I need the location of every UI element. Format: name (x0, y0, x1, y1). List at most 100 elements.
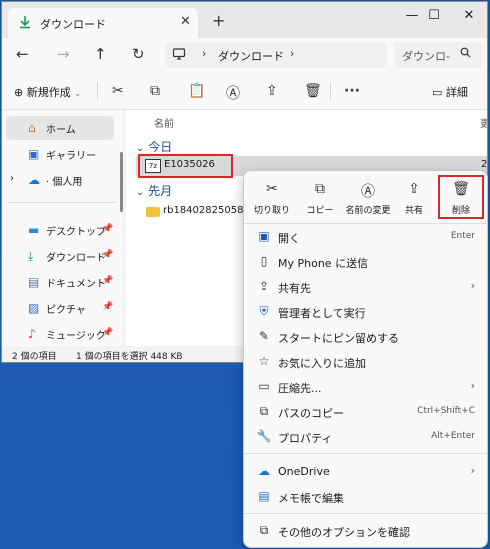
tab-downloads[interactable]: ダウンロード ✕ (8, 8, 198, 38)
pin-icon: 📌 (102, 250, 114, 260)
menu-item-label: スタートにピン留めする (278, 332, 399, 345)
sidebar-item-desktop[interactable]: ▬ デスクトップ 📌 (6, 218, 114, 242)
menu-item-more-options[interactable]: ⧉ その他のオプションを確認 (244, 519, 487, 543)
details-pane-icon: ▭ (432, 86, 443, 99)
menu-item-label: メモ帳で編集 (278, 492, 344, 505)
menu-item-shortcut: Enter (450, 231, 475, 241)
title-bar: ダウンロード ✕ + — ☐ ✕ (2, 2, 487, 38)
menu-item-onedrive[interactable]: ☁ OneDrive › (244, 460, 487, 484)
share-icon: ⇪ (258, 279, 270, 293)
share-icon: ⇪ (408, 181, 420, 197)
menu-item-send-to-phone[interactable]: ▯ My Phone に送信 (244, 250, 487, 274)
highlight-box-file (138, 154, 233, 178)
more-options-icon[interactable]: ··· (344, 83, 360, 99)
rename-icon[interactable]: Ⓐ (226, 83, 240, 103)
sidebar-item-gallery[interactable]: ▣ ギャラリー (6, 142, 114, 166)
menu-item-label: OneDrive (278, 465, 330, 478)
breadcrumb-separator-icon: › (202, 47, 207, 60)
close-window-button[interactable]: ✕ (457, 8, 481, 23)
sidebar-item-onedrive[interactable]: › ☁ · 個人用 (6, 168, 114, 192)
details-button[interactable]: ▭ 詳細 (432, 84, 468, 100)
menu-item-shortcut: Alt+Enter (431, 431, 475, 441)
sidebar-divider (8, 202, 116, 203)
menu-item-compress[interactable]: ▭ 圧縮先... › (244, 375, 487, 399)
sidebar-item-label: ホーム (46, 125, 76, 136)
sidebar-item-pictures[interactable]: ▨ ピクチャ 📌 (6, 296, 114, 320)
new-button[interactable]: ⊕ 新規作成 ⌄ (14, 84, 81, 100)
menu-item-copy-path[interactable]: ⧉ パスのコピー Ctrl+Shift+C (244, 400, 487, 424)
cut-icon[interactable]: ✂ (112, 83, 124, 99)
menu-item-label: お気に入りに追加 (278, 357, 366, 370)
maximize-button[interactable]: ☐ (422, 8, 446, 23)
back-arrow-icon[interactable]: ← (16, 45, 29, 63)
column-header-date[interactable]: 更 (480, 115, 487, 130)
close-tab-icon[interactable]: ✕ (180, 14, 191, 29)
toolbar-divider (330, 82, 331, 100)
desktop-icon: ▬ (28, 223, 40, 237)
sidebar-item-label: ピクチャ (46, 305, 86, 316)
pin-icon: ✎ (258, 329, 270, 343)
menu-item-open[interactable]: ▣ 開く Enter (244, 225, 487, 249)
navigation-pane: ⌂ ホーム ▣ ギャラリー › ☁ · 個人用 ▬ デスクトップ 📌 ⤓ ダウン… (2, 110, 122, 346)
cut-icon: ✂ (266, 181, 278, 197)
sidebar-item-home[interactable]: ⌂ ホーム (6, 116, 114, 140)
music-icon: ♪ (28, 327, 36, 341)
pin-icon: 📌 (102, 276, 114, 286)
group-header-last-month[interactable]: ⌄ 先月 (136, 182, 172, 199)
copy-path-icon: ⧉ (259, 404, 269, 418)
star-icon: ☆ (258, 354, 270, 368)
menu-item-add-favorite[interactable]: ☆ お気に入りに追加 (244, 350, 487, 374)
item-count: 2 個の項目 (12, 352, 57, 362)
address-bar[interactable]: › ダウンロード › (166, 42, 386, 68)
menu-item-share-with[interactable]: ⇪ 共有先 › (244, 275, 487, 299)
paste-icon[interactable]: 📋 (188, 83, 205, 99)
menu-divider (244, 223, 487, 224)
submenu-arrow-icon: › (470, 464, 475, 477)
details-label: 詳細 (445, 86, 468, 99)
copy-button[interactable]: ⧉ コピー (294, 179, 346, 219)
menu-item-label: プロパティ (278, 432, 333, 445)
submenu-arrow-icon: › (470, 279, 475, 292)
cut-button[interactable]: ✂ 切り取り (246, 179, 298, 219)
sidebar-scrollbar[interactable] (120, 152, 123, 212)
search-box[interactable]: ダウンロ- (394, 42, 482, 68)
sidebar-item-music[interactable]: ♪ ミュージック 📌 (6, 322, 114, 346)
selection-info: 1 個の項目を選択 448 KB (76, 352, 183, 362)
navigation-bar: ← → ↑ ↻ › ダウンロード › ダウンロ- (2, 38, 487, 72)
new-button-label: 新規作成 (26, 86, 71, 99)
menu-item-pin-to-start[interactable]: ✎ スタートにピン留めする (244, 325, 487, 349)
sidebar-item-documents[interactable]: ▤ ドキュメント 📌 (6, 270, 114, 294)
menu-item-properties[interactable]: 🔧 プロパティ Alt+Enter (244, 425, 487, 449)
share-button[interactable]: ⇪ 共有 (388, 179, 440, 219)
share-icon[interactable]: ⇪ (266, 83, 278, 99)
menu-item-edit-notepad[interactable]: ▤ メモ帳で編集 (244, 485, 487, 509)
refresh-icon[interactable]: ↻ (132, 45, 145, 63)
copy-icon[interactable]: ⧉ (150, 83, 160, 99)
open-window-icon: ▣ (258, 229, 270, 243)
search-icon (460, 47, 471, 61)
toolbar-divider (97, 82, 98, 100)
breadcrumb-downloads[interactable]: ダウンロード (218, 48, 284, 64)
forward-arrow-icon[interactable]: → (57, 45, 70, 63)
menu-item-run-as-admin[interactable]: ⛨ 管理者として実行 (244, 300, 487, 324)
pin-icon: 📌 (102, 302, 114, 312)
search-input[interactable]: ダウンロ- (402, 48, 450, 64)
menu-item-label: My Phone に送信 (278, 257, 369, 270)
delete-icon[interactable]: 🗑 (304, 83, 322, 99)
column-header-name[interactable]: 名前 (154, 115, 174, 130)
menu-item-label: 開く (278, 232, 300, 245)
up-arrow-icon[interactable]: ↑ (94, 45, 107, 63)
copy-label: コピー (306, 206, 334, 216)
new-tab-button[interactable]: + (212, 11, 225, 30)
sidebar-item-label: ドキュメント (46, 279, 106, 290)
group-label: 先月 (148, 184, 173, 198)
minimize-button[interactable]: — (400, 8, 424, 23)
document-icon: ▤ (28, 275, 40, 289)
sidebar-item-downloads[interactable]: ⤓ ダウンロード 📌 (6, 244, 114, 268)
breadcrumb-chevron-icon[interactable]: › (290, 47, 294, 60)
shield-icon: ⛨ (259, 304, 269, 318)
home-icon: ⌂ (28, 121, 36, 135)
expand-chevron-icon[interactable]: › (10, 173, 14, 184)
sidebar-item-label: · 個人用 (46, 177, 83, 188)
group-header-today[interactable]: ⌄ 今日 (136, 138, 172, 155)
